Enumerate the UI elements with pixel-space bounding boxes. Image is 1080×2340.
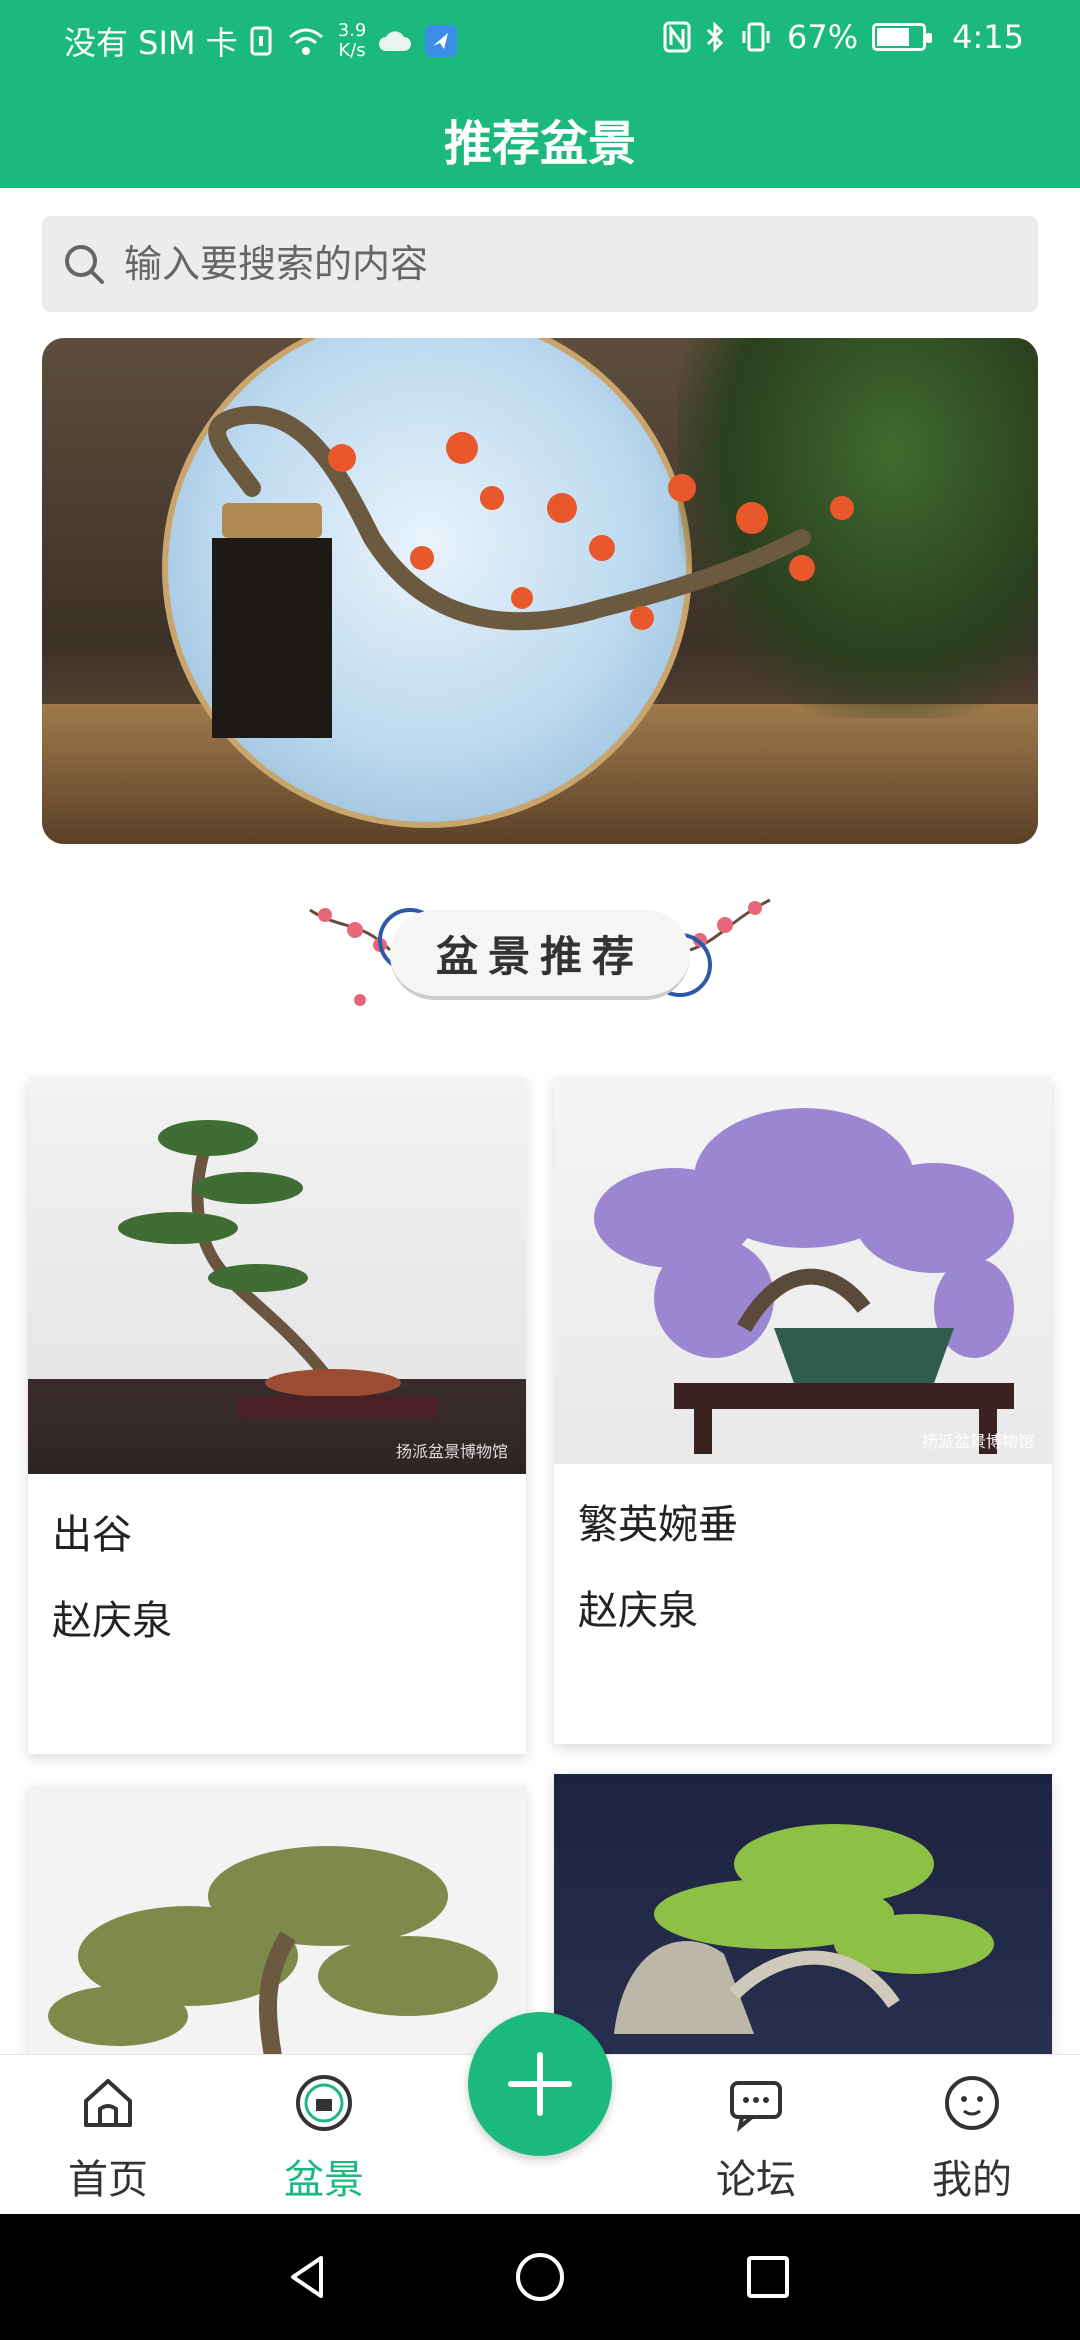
forum-icon: [730, 2081, 782, 2133]
home-button-icon[interactable]: [513, 2250, 567, 2304]
battery-percent: 67%: [787, 18, 859, 56]
nav-item-profile[interactable]: 我的: [892, 2073, 1052, 2205]
bonsai-card[interactable]: [554, 1774, 1052, 2074]
bonsai-image: 扬派盆景博物馆: [28, 1078, 526, 1474]
network-speed: 3.9 K/s: [338, 21, 367, 61]
image-watermark: 扬派盆景博物馆: [921, 1432, 1034, 1451]
recents-icon[interactable]: [743, 2252, 793, 2302]
system-nav-bar: [0, 2214, 1080, 2340]
speed-unit: K/s: [338, 40, 366, 61]
battery-level: [877, 28, 910, 46]
bluetooth-icon: [706, 21, 724, 53]
status-bar: 没有 SIM 卡 3.9 K/s 67% 4:15: [0, 0, 1080, 76]
carrier-text: 没有 SIM 卡: [64, 24, 238, 62]
nav-item-forum[interactable]: 论坛: [676, 2073, 836, 2205]
section-heading: 盆景推荐: [300, 880, 780, 1030]
image-watermark: 扬派盆景博物馆: [395, 1442, 508, 1461]
nav-item-home[interactable]: 首页: [28, 2073, 188, 2205]
bonsai-image: 扬派盆景博物馆: [554, 1078, 1052, 1464]
bonsai-card-title: 繁英婉垂: [578, 1502, 738, 1548]
status-right: 67% 4:15: [663, 18, 1024, 56]
bonsai-card[interactable]: 扬派盆景博物馆 出谷 赵庆泉: [28, 1078, 526, 1754]
back-icon[interactable]: [283, 2252, 333, 2302]
app-notification-icon: [425, 25, 458, 57]
wifi-icon: [288, 28, 323, 55]
tree-bonsai-illustration: [48, 1846, 498, 2086]
section-title: 盆景推荐: [390, 910, 690, 1000]
nfc-icon: [663, 21, 691, 53]
sim-icon: [250, 26, 272, 56]
bonsai-card[interactable]: 扬派盆景博物馆 繁英婉垂 赵庆泉: [554, 1078, 1052, 1744]
nav-label: 论坛: [716, 2157, 796, 2203]
search-icon: [65, 245, 104, 284]
bonsai-card-author: 赵庆泉: [52, 1598, 172, 1644]
add-post-button[interactable]: [468, 2012, 612, 2156]
clock: 4:15: [952, 18, 1024, 56]
bonsai-image: [554, 1774, 1052, 2074]
search-bar[interactable]: [42, 216, 1038, 312]
banner-bonsai-illustration: [208, 405, 854, 738]
plus-icon: [508, 2052, 572, 2116]
bonsai-image: [28, 1786, 526, 2086]
nav-label: 首页: [68, 2157, 148, 2203]
featured-banner-image[interactable]: [42, 338, 1038, 844]
nav-label: 我的: [932, 2157, 1012, 2203]
vibrate-icon: [742, 22, 770, 52]
status-left: 没有 SIM 卡 3.9 K/s: [64, 18, 458, 64]
wisteria-bonsai-illustration: [594, 1108, 1014, 1454]
pine-bonsai-illustration: [118, 1120, 438, 1418]
bonsai-icon: [296, 2075, 352, 2131]
home-icon: [84, 2079, 132, 2127]
battery-icon: [872, 23, 933, 51]
nav-item-bonsai[interactable]: 盆景: [244, 2073, 404, 2205]
bonsai-card[interactable]: [28, 1786, 526, 2086]
bonsai-card-title: 出谷: [52, 1512, 132, 1558]
cloud-icon: [379, 31, 412, 51]
app-header: 没有 SIM 卡 3.9 K/s 67% 4:15 推荐盆景: [0, 0, 1080, 188]
rock-bonsai-illustration: [614, 1824, 994, 2034]
search-input[interactable]: [124, 242, 1004, 286]
bonsai-card-author: 赵庆泉: [578, 1588, 698, 1634]
profile-icon: [945, 2076, 999, 2130]
page-title: 推荐盆景: [443, 116, 636, 172]
speed-value: 3.9: [337, 20, 367, 41]
nav-label: 盆景: [284, 2157, 364, 2203]
